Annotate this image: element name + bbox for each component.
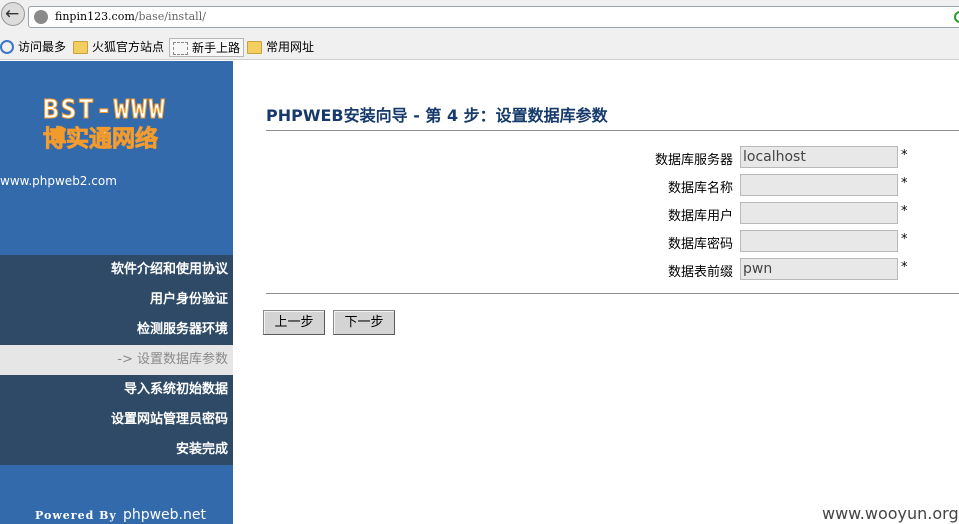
step-database-current: -> 设置数据库参数	[0, 345, 233, 375]
browser-url-bar: ← finpin123.com/base/install/	[0, 0, 959, 35]
db-server-input[interactable]	[740, 146, 898, 168]
powered-by-site: phpweb.net	[122, 507, 206, 523]
db-password-input[interactable]	[740, 230, 898, 252]
bookmarks-toolbar: 访问最多 火狐官方站点 新手上路 常用网址	[0, 35, 959, 60]
form-divider	[266, 293, 959, 294]
db-name-input[interactable]	[740, 174, 898, 196]
form-row-db-name: 数据库名称 *	[0, 174, 959, 196]
install-steps: 软件介绍和使用协议 用户身份验证 检测服务器环境 -> 设置数据库参数 导入系统…	[0, 255, 233, 465]
bookmark-getting-started[interactable]: 新手上路	[169, 38, 245, 57]
go-icon[interactable]	[954, 11, 959, 23]
address-field[interactable]: finpin123.com/base/install/	[28, 6, 959, 28]
logo-top-text: BST-WWW	[43, 95, 167, 126]
powered-by-label: Powered By	[35, 509, 117, 522]
db-user-input[interactable]	[740, 202, 898, 224]
form-row-db-user: 数据库用户 *	[0, 202, 959, 224]
folder-icon	[73, 41, 88, 54]
form-row-db-password: 数据库密码 *	[0, 230, 959, 252]
field-label: 数据库服务器	[654, 153, 733, 168]
watermark: www.wooyun.org	[822, 504, 959, 523]
step-auth: 用户身份验证	[0, 285, 233, 315]
step-import-data: 导入系统初始数据	[0, 375, 233, 405]
bookmark-firefox-official[interactable]: 火狐官方站点	[73, 38, 164, 57]
step-finish: 安装完成	[0, 435, 233, 465]
required-marker: *	[901, 204, 908, 219]
address-text: finpin123.com/base/install/	[55, 10, 206, 23]
bookmark-label: 访问最多	[18, 40, 67, 54]
dashed-page-icon	[173, 42, 188, 55]
powered-by: Powered By phpweb.net	[35, 507, 206, 523]
bookmark-label: 常用网址	[266, 40, 315, 54]
form-row-table-prefix: 数据表前缀 *	[0, 258, 959, 280]
bookmark-label: 火狐官方站点	[92, 40, 165, 54]
back-arrow-icon: ←	[5, 4, 20, 24]
table-prefix-input[interactable]	[740, 258, 898, 280]
step-admin-password: 设置网站管理员密码	[0, 405, 233, 435]
most-visited-icon	[0, 40, 14, 54]
bookmark-label: 新手上路	[192, 41, 241, 55]
back-button[interactable]: ←	[1, 2, 25, 26]
globe-icon	[34, 10, 48, 24]
required-marker: *	[901, 148, 908, 163]
field-label: 数据库密码	[667, 237, 733, 252]
next-step-button[interactable]: 下一步	[333, 310, 395, 335]
bookmark-most-visited[interactable]: 访问最多	[0, 38, 66, 57]
prev-step-button[interactable]: 上一步	[263, 310, 325, 335]
url-path: /base/install/	[134, 10, 206, 23]
required-marker: *	[901, 176, 908, 191]
field-label: 数据库名称	[667, 181, 733, 196]
title-divider	[266, 130, 959, 131]
field-label: 数据库用户	[667, 209, 733, 224]
step-env-check: 检测服务器环境	[0, 315, 233, 345]
bookmark-common-sites[interactable]: 常用网址	[247, 38, 314, 57]
page-title: PHPWEB安装向导 - 第 4 步：设置数据库参数	[266, 106, 608, 125]
required-marker: *	[901, 232, 908, 247]
url-host: finpin123.com	[55, 10, 135, 23]
install-sidebar: BST-WWW 博实通网络 www.phpweb2.com 软件介绍和使用协议 …	[0, 61, 233, 524]
field-label: 数据表前缀	[667, 265, 733, 280]
form-row-db-server: 数据库服务器 *	[0, 146, 959, 168]
folder-icon	[247, 41, 262, 54]
required-marker: *	[901, 260, 908, 275]
